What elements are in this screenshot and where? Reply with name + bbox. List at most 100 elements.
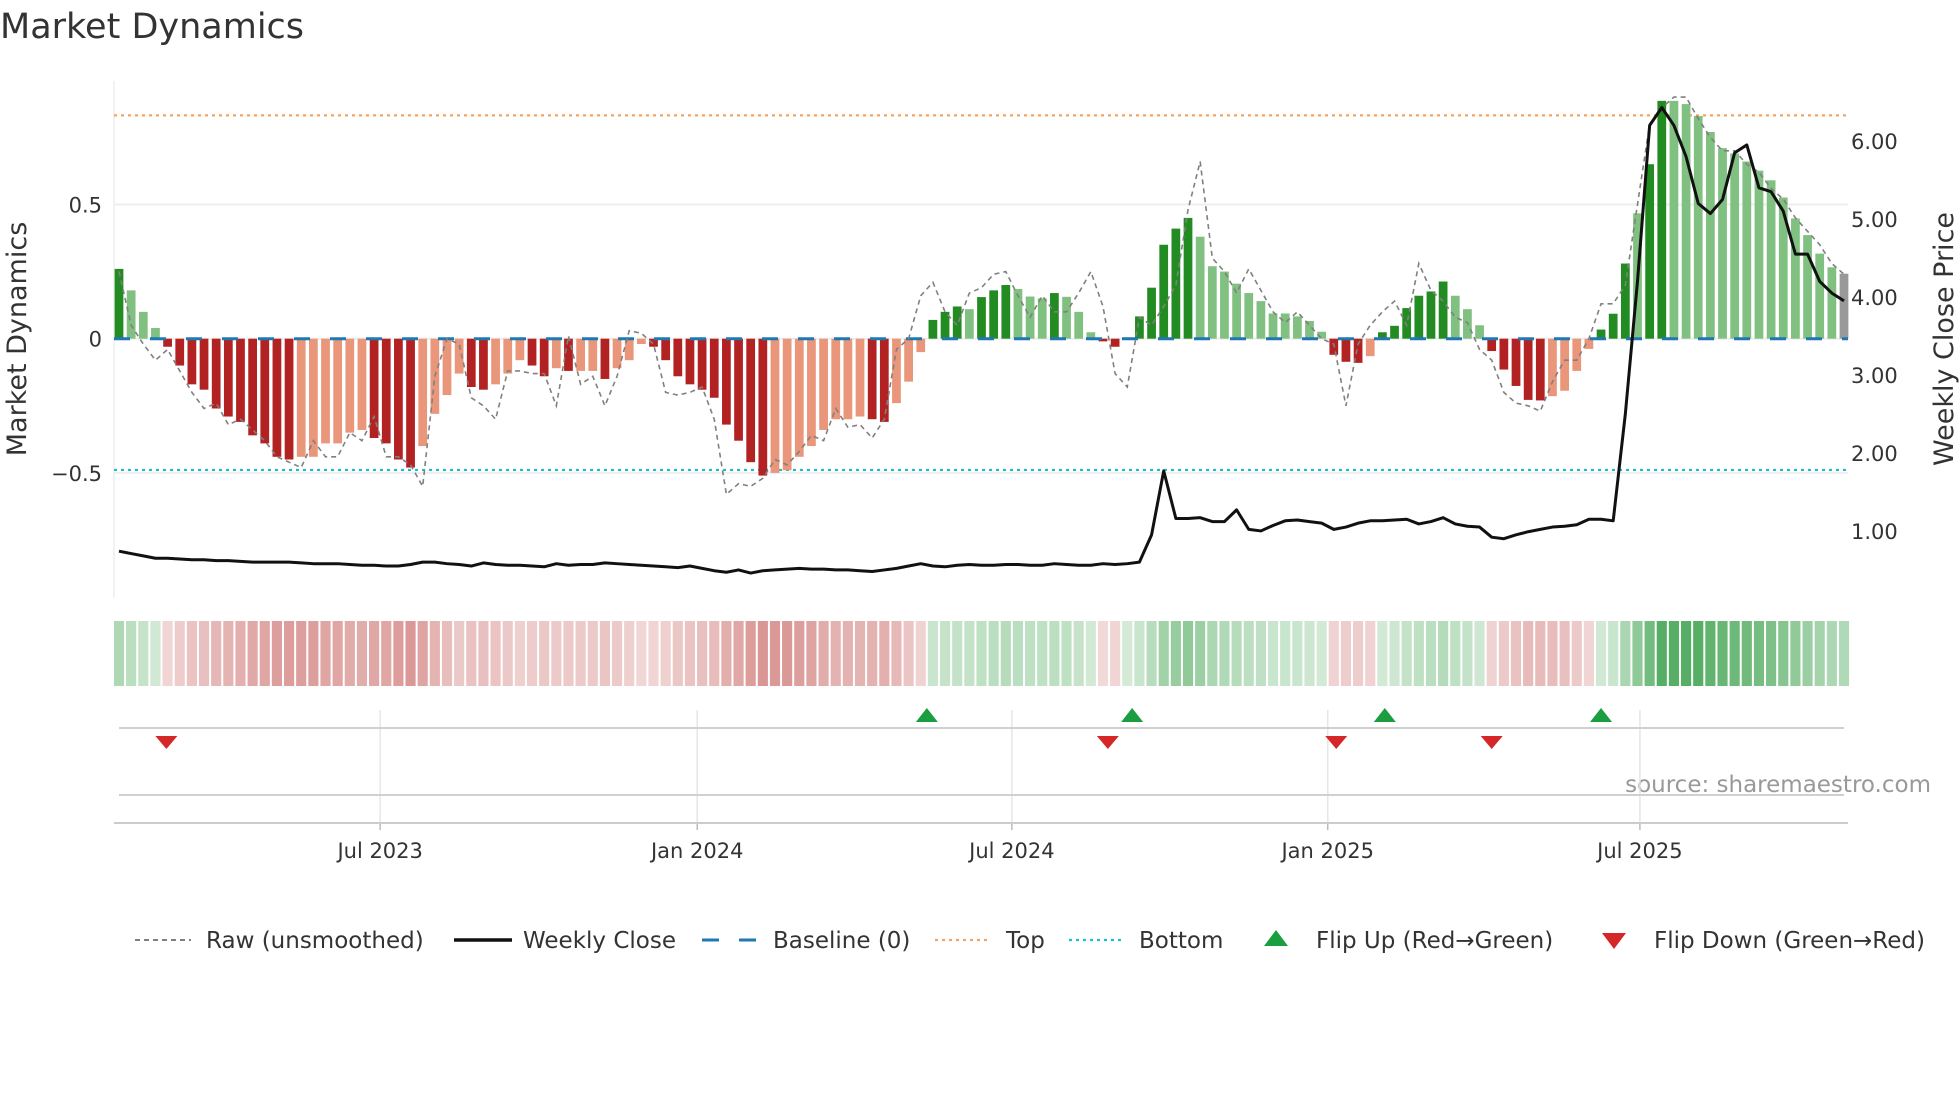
dynamics-bar: [357, 338, 367, 430]
heat-strip-cell: [1741, 621, 1752, 686]
dynamics-bar: [1390, 325, 1399, 339]
dynamics-bar: [564, 338, 573, 371]
dynamics-bar: [807, 338, 816, 447]
heat-strip-cell: [903, 621, 914, 686]
heat-strip-cell: [1766, 621, 1777, 686]
heat-strip-cell: [709, 621, 720, 686]
dynamics-bar: [1645, 164, 1655, 339]
legend-label: Bottom: [1139, 928, 1223, 954]
heat-strip-cell: [587, 621, 598, 686]
dynamics-bar: [782, 338, 792, 471]
heat-strip-cell: [1425, 621, 1437, 686]
heat-strip-cell: [672, 621, 683, 686]
dynamics-bar: [1268, 313, 1278, 339]
heat-strip-cell: [186, 621, 197, 686]
dynamics-bar: [1839, 273, 1849, 339]
legend-item-top: Top: [935, 928, 1045, 954]
heat-strip-cell: [308, 621, 319, 686]
dynamics-bar: [138, 311, 148, 339]
dynamics-bar: [1244, 293, 1254, 339]
dynamics-bar: [1827, 267, 1837, 339]
dynamics-bar: [466, 338, 476, 388]
dynamics-bar: [1195, 236, 1205, 339]
dynamics-bar: [709, 338, 719, 398]
dynamics-bar: [1499, 338, 1509, 370]
heat-strip-cell: [806, 621, 817, 686]
market-dynamics-chart: Market Dynamics Market Dynamics Weekly C…: [0, 7, 1960, 954]
heat-strip-cell: [757, 621, 768, 686]
dynamics-bar: [272, 338, 282, 457]
heat-strip-cell: [126, 621, 137, 686]
heat-strip-cell: [1267, 621, 1279, 686]
heat-strip-cell: [393, 621, 404, 686]
heat-strip-cell: [697, 621, 708, 686]
dynamics-bar: [697, 338, 707, 390]
y-tick-label-left: 0: [89, 328, 102, 352]
heat-strip-cell: [1401, 621, 1412, 686]
heat-strip-cell: [1182, 621, 1194, 686]
legend-label: Flip Down (Green→Red): [1654, 928, 1925, 954]
dynamics-bar: [1147, 287, 1156, 339]
heat-strip-cell: [1122, 621, 1133, 686]
y-axis-label-right: Weekly Close Price: [1929, 212, 1960, 466]
heat-strip-cell: [1195, 621, 1206, 686]
heat-strip-cell: [842, 621, 853, 686]
heat-strip-cell: [1097, 621, 1109, 686]
heat-strip-cell: [1595, 621, 1607, 686]
dynamics-bar: [588, 338, 598, 371]
dynamics-bar: [916, 338, 926, 353]
heat-strip-cell: [818, 621, 829, 686]
dynamics-bar: [1475, 325, 1484, 339]
dynamics-bar: [1742, 161, 1752, 339]
heat-strip-cell: [867, 621, 878, 686]
heat-strip-cell: [1571, 621, 1582, 686]
dynamics-bar: [1535, 338, 1545, 401]
legend-label: Baseline (0): [773, 928, 910, 954]
y-tick-label-right: 2.00: [1851, 442, 1898, 466]
heat-strip-cell: [223, 621, 234, 686]
heat-strip-cell: [1474, 621, 1485, 686]
dynamics-bar: [770, 338, 780, 473]
chart-title: Market Dynamics: [0, 7, 304, 47]
dynamics-bar: [1256, 301, 1266, 339]
heat-strip-cell: [211, 621, 222, 686]
heat-strip-cell: [1547, 621, 1558, 686]
dynamics-bar: [636, 338, 646, 345]
dynamics-bar: [855, 338, 865, 417]
heat-strip-cell: [1838, 621, 1850, 686]
legend-label: Top: [1005, 928, 1045, 954]
heat-strip-cell: [247, 621, 258, 686]
heat-strip-cell: [1073, 621, 1084, 686]
heat-strip-cell: [296, 621, 307, 686]
dynamics-bar: [1657, 100, 1667, 339]
heat-strip-cell: [1438, 621, 1449, 686]
dynamics-bar: [175, 338, 185, 366]
heat-strip-cell: [138, 621, 149, 686]
heat-strip-cell: [271, 621, 282, 686]
y-tick-label-right: 1.00: [1851, 520, 1898, 544]
heat-strip-cell: [441, 621, 453, 686]
heat-strip-cell: [1219, 621, 1230, 686]
heat-strip-cell: [964, 621, 975, 686]
dynamics-bar: [1766, 180, 1776, 339]
dynamics-bar: [1706, 132, 1715, 339]
dynamics-bar: [1037, 298, 1047, 339]
dynamics-bar: [600, 338, 610, 379]
heat-strip-cell: [879, 621, 890, 686]
dynamics-bar: [1511, 338, 1521, 386]
heat-strip-cell: [939, 621, 951, 686]
legend-item-bottom: Bottom: [1069, 928, 1223, 954]
dynamics-bar: [734, 338, 743, 441]
x-tick-label: Jan 2025: [1279, 839, 1374, 863]
dynamics-bar: [503, 338, 513, 374]
heat-strip-cell: [1340, 621, 1352, 686]
dynamics-bar: [673, 338, 683, 377]
dynamics-bar: [1548, 338, 1557, 397]
legend-flip-up-icon: [1264, 930, 1288, 946]
dynamics-bar: [1754, 170, 1764, 339]
dynamics-bar: [1450, 295, 1460, 339]
legend-flip-down-icon: [1602, 933, 1626, 949]
heat-strip-cell: [769, 621, 781, 686]
dynamics-bar: [661, 338, 671, 361]
dynamics-bar: [284, 338, 294, 460]
